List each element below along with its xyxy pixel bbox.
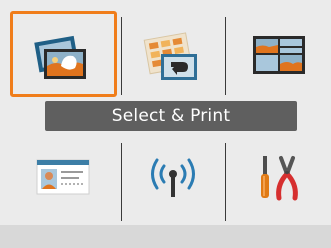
selected-item-label: Select & Print	[45, 101, 297, 131]
id-card-icon	[36, 159, 90, 195]
select-print-icon	[143, 32, 197, 80]
layout-print-icon	[253, 36, 305, 74]
layout-print-tile[interactable]	[229, 14, 325, 94]
divider-top-2	[225, 17, 226, 95]
footer-bar	[0, 225, 331, 248]
divider-bottom-1	[121, 143, 122, 221]
tools-icon	[261, 156, 298, 201]
divider-top-1	[121, 17, 122, 95]
select-print-tile[interactable]	[125, 14, 221, 94]
photo-print-tile[interactable]	[10, 11, 117, 97]
photo-print-icon	[34, 35, 86, 79]
id-card-tile[interactable]	[10, 140, 117, 222]
wireless-icon	[151, 158, 195, 197]
wireless-tile[interactable]	[125, 140, 221, 222]
tools-tile[interactable]	[229, 140, 325, 222]
divider-bottom-2	[225, 143, 226, 221]
